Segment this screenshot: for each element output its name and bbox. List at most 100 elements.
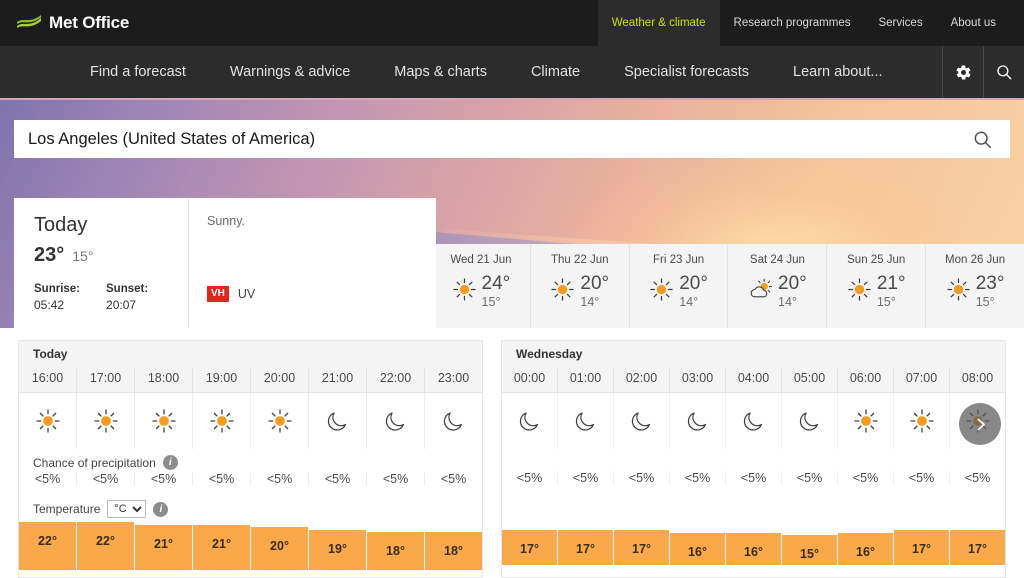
day-weather-icon	[946, 277, 971, 307]
nav-item-warnings-advice[interactable]: Warnings & advice	[208, 46, 372, 98]
hour-precipitation-value: <5%	[367, 472, 425, 486]
main-nav-tools	[942, 46, 1024, 98]
hour-temperature-bar-cell: 22°	[19, 522, 77, 570]
day-body: 23° 15°	[946, 274, 1005, 309]
day-body: 20° 14°	[649, 274, 708, 309]
hour-weather-icon-cell	[894, 393, 950, 449]
sun-icon	[650, 277, 673, 301]
day-name: Fri 23 Jun	[653, 254, 705, 266]
utility-nav-spacer	[1010, 0, 1024, 46]
utility-nav-item-services[interactable]: Services	[864, 0, 936, 46]
hour-precipitation-value: <5%	[614, 471, 670, 485]
hour-temperature-bar-cell: 21°	[193, 522, 251, 570]
hour-weather-icon-cell	[193, 393, 251, 449]
next-hours-button[interactable]	[959, 403, 1001, 445]
day-weather-icon	[452, 277, 477, 307]
utility-nav-item-research-programmes[interactable]: Research programmes	[720, 0, 865, 46]
settings-button[interactable]	[942, 46, 983, 98]
precipitation-label: Chance of precipitation	[33, 455, 156, 470]
hour-temperature-bar-cell: 17°	[558, 517, 614, 565]
search-input[interactable]	[28, 129, 968, 149]
day-forecast-cell[interactable]: Sat 24 Jun 20° 14°	[728, 244, 828, 328]
hour-time-label: 19:00	[193, 367, 251, 392]
hour-time-label: 05:00	[782, 367, 838, 392]
moon-icon	[443, 412, 462, 431]
day-weather-icon	[550, 277, 575, 307]
day-max-temp: 21°	[876, 273, 906, 294]
info-icon[interactable]: i	[153, 501, 169, 517]
today-title: Today	[34, 214, 88, 236]
moon-icon	[687, 412, 706, 431]
hour-time-label: 08:00	[961, 371, 994, 385]
day-min-temp: 14°	[679, 295, 699, 309]
utility-nav-item-about-us[interactable]: About us	[937, 0, 1010, 46]
hourly-panel-wednesday: Wednesday 00:00 01:00 02:00 03:00 04:00 05:00…	[501, 340, 1006, 578]
hourly-time-row-wednesday: 00:00 01:00 02:00 03:00 04:00 05:00 06:00 07:00…	[502, 367, 1005, 393]
hour-temperature-bar-cell: 15°	[782, 517, 838, 565]
moon-icon	[385, 412, 404, 431]
nav-item-climate[interactable]: Climate	[509, 46, 602, 98]
sunset-label: Sunset:	[106, 283, 149, 295]
hour-precipitation-value: <5%	[193, 472, 251, 486]
search-icon	[974, 131, 991, 148]
sunrise-value: 05:42	[34, 298, 65, 312]
today-card-right: Sunny. VH UV	[189, 198, 436, 328]
day-forecast-cell[interactable]: Fri 23 Jun 20° 14°	[630, 244, 729, 328]
hour-weather-icon-cell	[367, 393, 425, 449]
moon-icon	[799, 412, 818, 431]
day-temperatures: 23° 15°	[976, 274, 1005, 309]
hour-precipitation-value: <5%	[77, 472, 135, 486]
hour-time-label: 04:00	[726, 367, 782, 392]
uv-label: UV	[237, 286, 256, 301]
search-submit-button[interactable]	[968, 125, 996, 153]
hour-precipitation-value: <5%	[964, 471, 991, 485]
day-max-temp: 24°	[481, 273, 511, 294]
nav-search-button[interactable]	[983, 46, 1024, 98]
utility-nav-item-weather-climate[interactable]: Weather & climate	[597, 0, 720, 46]
hour-precipitation-value: <5%	[894, 471, 950, 485]
temperature-label-row-today: Temperature °C°F i	[19, 494, 482, 520]
nav-item-maps-charts[interactable]: Maps & charts	[372, 46, 509, 98]
met-office-logo-icon	[17, 15, 41, 28]
hour-temperature-bar: 19°	[309, 529, 366, 570]
nav-item-learn-about[interactable]: Learn about...	[771, 46, 905, 98]
info-icon[interactable]: i	[162, 455, 178, 470]
hourly-forecast-section: Today 16:00 17:00 18:00 19:00 20:00 21:00 22:0…	[0, 340, 1024, 578]
hour-weather-icon-cell	[19, 393, 77, 449]
temperature-unit-select[interactable]: °C°F	[107, 500, 147, 518]
day-forecast-cell[interactable]: Mon 26 Jun 23° 15°	[926, 244, 1024, 328]
search-icon	[997, 65, 1012, 80]
hour-weather-icon-cell	[135, 393, 193, 449]
hourly-panel-title-wednesday: Wednesday	[502, 341, 1005, 367]
hour-temperature-bar: 15°	[782, 535, 837, 565]
today-max-temp: 23°	[34, 244, 65, 266]
hour-time-label: 06:00	[838, 367, 894, 392]
day-max-temp: 20°	[778, 273, 807, 294]
day-min-temp: 15°	[975, 295, 995, 309]
day-weather-icon	[649, 277, 674, 307]
day-forecast-cell[interactable]: Wed 21 Jun 24° 15°	[432, 244, 531, 328]
hour-temperature-bar-cell: 21°	[135, 522, 193, 570]
day-forecast-cell[interactable]: Thu 22 Jun 20° 14°	[531, 244, 630, 328]
moon-icon	[743, 412, 762, 431]
sun-icon	[209, 409, 234, 433]
day-body: 21° 15°	[847, 274, 906, 309]
uv-badge: VH	[207, 285, 229, 302]
day-forecast-cell[interactable]: Sun 25 Jun 21° 15°	[827, 244, 927, 328]
hourly-panel-title-today: Today	[19, 341, 482, 367]
hour-time-label: 20:00	[251, 367, 309, 392]
day-temperatures: 20° 14°	[580, 274, 609, 309]
temperature-label: Temperature	[33, 502, 101, 516]
sun-times: Sunrise: 05:42 Sunset: 20:07	[34, 283, 188, 312]
day-name: Mon 26 Jun	[945, 254, 1006, 266]
hourly-panel-today: Today 16:00 17:00 18:00 19:00 20:00 21:00 22:0…	[18, 340, 483, 578]
hour-temperature-bar: 17°	[558, 530, 613, 565]
day-weather-icon	[847, 277, 872, 307]
nav-item-specialist-forecasts[interactable]: Specialist forecasts	[602, 46, 771, 98]
nav-item-find-a-forecast[interactable]: Find a forecast	[68, 46, 208, 98]
hour-precipitation-value: <5%	[782, 471, 838, 485]
hour-time-label: 02:00	[614, 367, 670, 392]
moon-icon	[327, 412, 346, 431]
site-logo[interactable]: Met Office	[0, 0, 129, 46]
hour-weather-icon-cell	[838, 393, 894, 449]
